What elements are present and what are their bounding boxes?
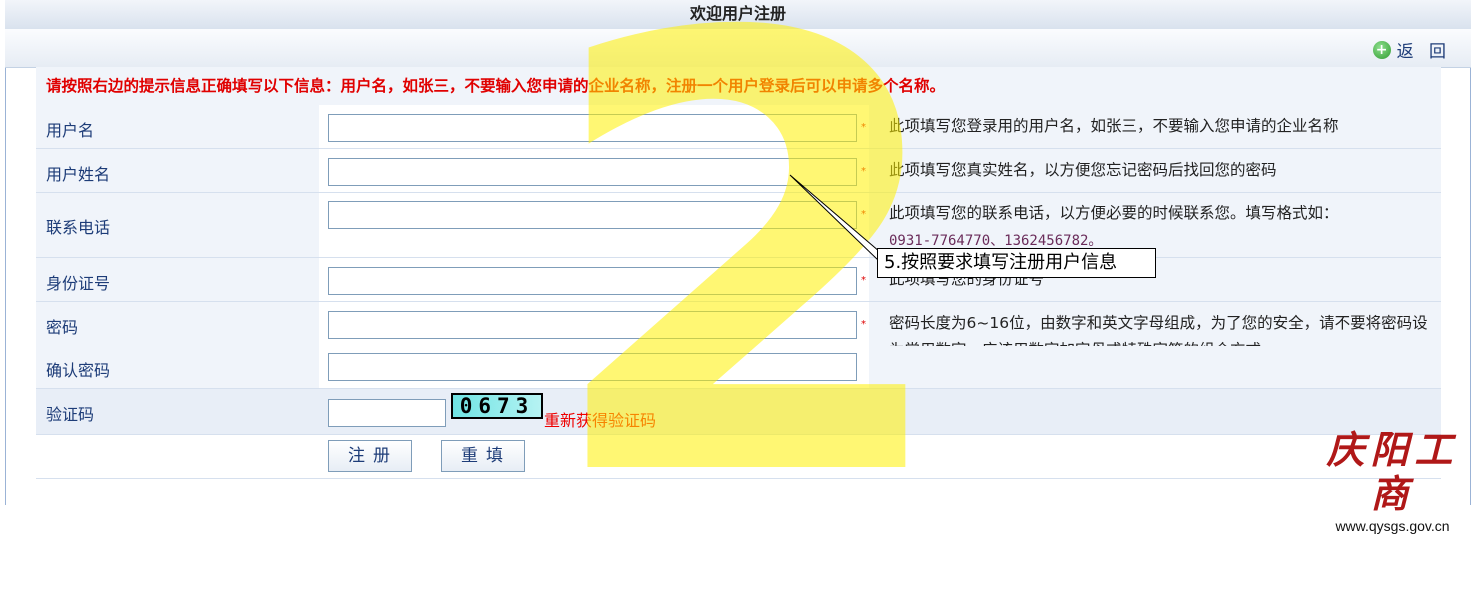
realname-input[interactable] <box>328 158 857 186</box>
required-marker: * <box>861 209 866 220</box>
username-input[interactable] <box>328 114 857 142</box>
username-hint: 此项填写您登录用的用户名，如张三，不要输入您申请的企业名称 <box>889 117 1339 135</box>
brand-url: www.qysgs.gov.cn <box>1335 518 1450 534</box>
captcha-label: 验证码 <box>46 405 95 424</box>
add-circle-icon: + <box>1372 40 1391 59</box>
confirm-password-label: 确认密码 <box>46 361 111 380</box>
password-label: 密码 <box>46 318 79 337</box>
refresh-captcha-link[interactable]: 重新获得验证码 <box>544 407 656 431</box>
form-row-password: 密码 * 密码长度为6~16位，由数字和英文字母组成，为了您的安全，请不要将密码… <box>36 302 1441 359</box>
realname-label: 用户姓名 <box>46 165 111 184</box>
required-marker: * <box>861 275 866 286</box>
required-marker: * <box>861 166 866 177</box>
captcha-image: 0673 <box>451 393 543 419</box>
back-label: 返 回 <box>1396 42 1451 62</box>
idcard-input[interactable] <box>328 267 857 295</box>
register-button[interactable]: 注册 <box>328 440 412 472</box>
captcha-input[interactable] <box>328 399 446 427</box>
required-marker: * <box>861 122 866 133</box>
form-row-confirm-password: 确认密码 <box>36 346 1441 389</box>
form-row-username: 用户名 * 此项填写您登录用的用户名，如张三，不要输入您申请的企业名称 <box>36 105 1441 149</box>
reset-button[interactable]: 重填 <box>441 440 525 472</box>
phone-input[interactable] <box>328 201 857 229</box>
confirm-password-input[interactable] <box>328 353 857 381</box>
phone-hint-example: 0931-7764770、1362456782。 <box>889 233 1103 249</box>
page-title: 欢迎用户注册 <box>5 0 1471 30</box>
username-label: 用户名 <box>46 121 95 140</box>
phone-hint-text: 此项填写您的联系电话，以方便必要的时候联系您。填写格式如： <box>889 204 1339 222</box>
form-row-idcard: 身份证号 * 此项填写您的身份证号 <box>36 258 1441 302</box>
required-marker: * <box>861 319 866 330</box>
toolbar: + 返 回 <box>5 29 1471 68</box>
form-row-realname: 用户姓名 * 此项填写您真实姓名，以方便您忘记密码后找回您的密码 <box>36 149 1441 193</box>
brand-logo: 庆阳工商 www.qysgs.gov.cn <box>1315 427 1470 535</box>
phone-hint: 此项填写您的联系电话，以方便必要的时候联系您。填写格式如： 0931-77647… <box>889 200 1439 255</box>
idcard-label: 身份证号 <box>46 274 111 293</box>
back-button[interactable]: + 返 回 <box>1372 37 1451 62</box>
password-input[interactable] <box>328 311 857 339</box>
instruction-text: 请按照右边的提示信息正确填写以下信息：用户名，如张三，不要输入您申请的企业名称，… <box>36 67 1441 105</box>
form-row-phone: 联系电话 * 此项填写您的联系电话，以方便必要的时候联系您。填写格式如： 093… <box>36 193 1441 258</box>
form-row-captcha: 验证码 0673 重新获得验证码 <box>36 389 1441 435</box>
brand-name: 庆阳工商 <box>1326 427 1459 516</box>
realname-hint: 此项填写您真实姓名，以方便您忘记密码后找回您的密码 <box>889 161 1277 179</box>
form-row-buttons: 注册 重填 <box>36 435 1441 479</box>
phone-label: 联系电话 <box>46 218 111 237</box>
tutorial-callout: 5.按照要求填写注册用户信息 <box>877 248 1156 278</box>
